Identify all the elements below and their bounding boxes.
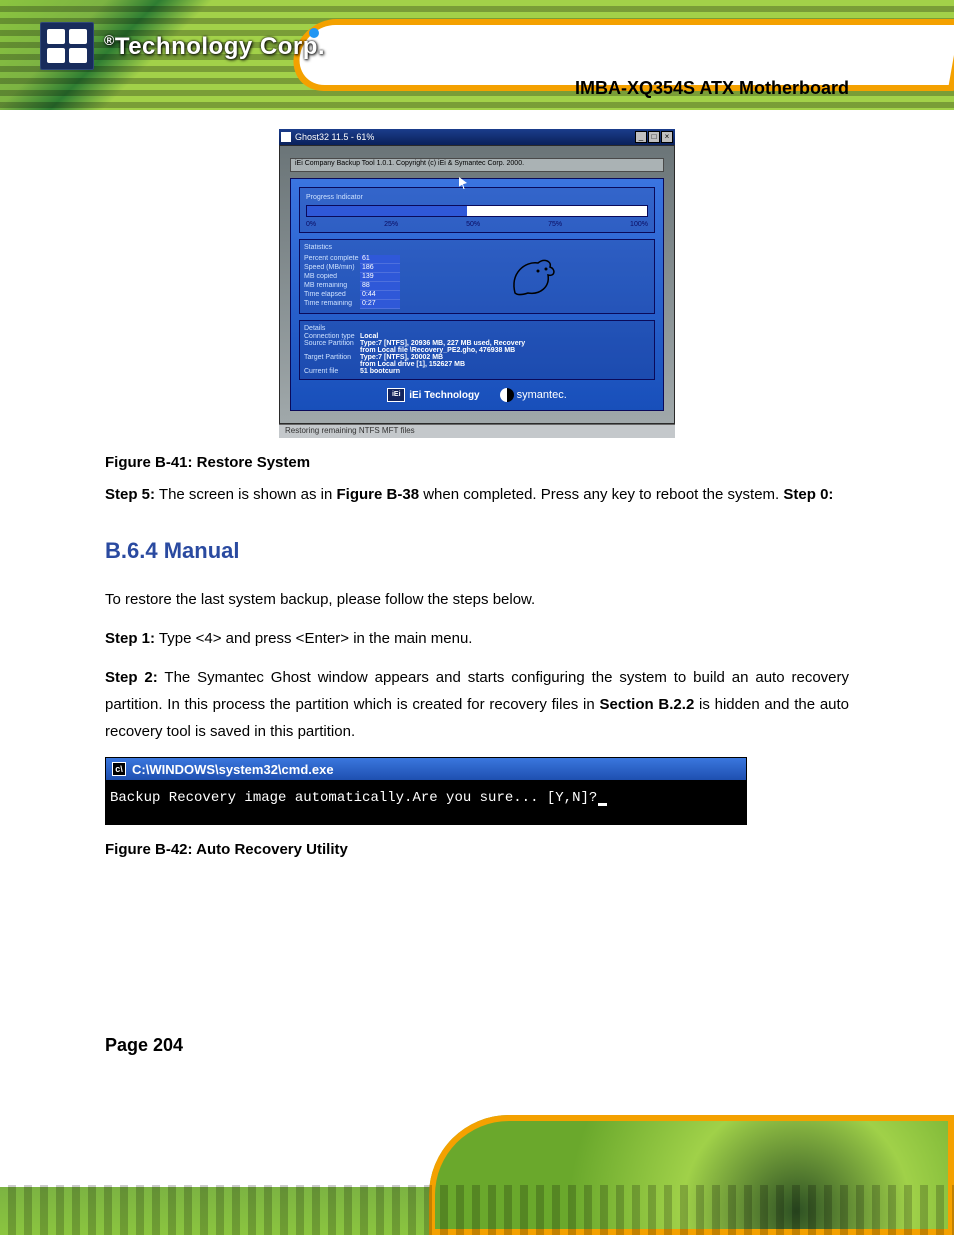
table-row: from Local file \Recovery_PE2.gho, 47693… <box>304 347 650 354</box>
table-row: Target PartitionType:7 [NTFS], 20002 MB <box>304 354 650 361</box>
progress-panel: Progress Indicator 0% 25% 50% 75% 100% <box>299 187 655 233</box>
ghost32-window: Ghost32 11.5 - 61% _ □ × iEi Company Bac… <box>279 129 675 438</box>
logo-text: ®Technology Corp. <box>104 32 325 61</box>
table-row: MB remaining88 <box>304 282 400 291</box>
symantec-brand: symantec. <box>500 388 567 402</box>
table-row: Time elapsed0:44 <box>304 291 400 300</box>
section-heading: B.6.4 Manual <box>105 538 849 564</box>
iei-brand: iEiiEi Technology <box>387 388 479 402</box>
figure-caption: Figure B-42: Auto Recovery Utility <box>105 841 849 858</box>
step-1: Step 1: Type <4> and press <Enter> in th… <box>105 625 849 652</box>
table-row: Current file51 bootcurn <box>304 368 650 375</box>
table-row: from Local drive [1], 152627 MB <box>304 361 650 368</box>
iei-logo <box>40 22 94 70</box>
cmd-title-text: C:\WINDOWS\system32\cmd.exe <box>132 762 334 777</box>
table-row: Percent complete61 <box>304 255 400 264</box>
progress-bar <box>306 205 648 217</box>
statistics-panel: Statistics Percent complete61 Speed (MB/… <box>299 239 655 314</box>
status-bar: Restoring remaining NTFS MFT files <box>279 424 675 438</box>
ghost-icon <box>410 244 650 309</box>
symantec-icon <box>500 388 514 402</box>
cmd-titlebar: c\ C:\WINDOWS\system32\cmd.exe <box>106 758 746 780</box>
details-panel: Details Connection typeLocal Source Part… <box>299 320 655 380</box>
bottom-banner <box>0 1115 954 1235</box>
section-intro: To restore the last system backup, pleas… <box>105 586 849 613</box>
window-titlebar: Ghost32 11.5 - 61% _ □ × <box>279 129 675 145</box>
table-row: Speed (MB/min)186 <box>304 264 400 273</box>
table-row: Source PartitionType:7 [NTFS], 20936 MB,… <box>304 340 650 347</box>
step-2: Step 2: The Symantec Ghost window appear… <box>105 664 849 745</box>
page-title: IMBA-XQ354S ATX Motherboard <box>105 78 849 99</box>
table-row: MB copied139 <box>304 273 400 282</box>
cmd-body[interactable]: Backup Recovery image automatically.Are … <box>106 780 746 824</box>
minimize-button[interactable]: _ <box>635 131 647 143</box>
step-5: Step 5: The screen is shown as in Figure… <box>105 481 849 508</box>
figure-caption: Figure B-41: Restore System <box>105 454 849 471</box>
table-row: Connection typeLocal <box>304 333 650 340</box>
table-row: Time remaining0:27 <box>304 300 400 309</box>
stats-table: Statistics Percent complete61 Speed (MB/… <box>304 244 400 309</box>
page-number: Page 204 <box>105 1035 183 1056</box>
window-title: Ghost32 11.5 - 61% <box>295 132 374 142</box>
copyright-bar: iEi Company Backup Tool 1.0.1. Copyright… <box>290 158 664 172</box>
cursor-icon <box>598 803 607 806</box>
cmd-window: c\ C:\WINDOWS\system32\cmd.exe Backup Re… <box>105 757 747 825</box>
cmd-icon: c\ <box>112 762 126 776</box>
app-icon <box>281 132 291 142</box>
close-button[interactable]: × <box>661 131 673 143</box>
maximize-button[interactable]: □ <box>648 131 660 143</box>
